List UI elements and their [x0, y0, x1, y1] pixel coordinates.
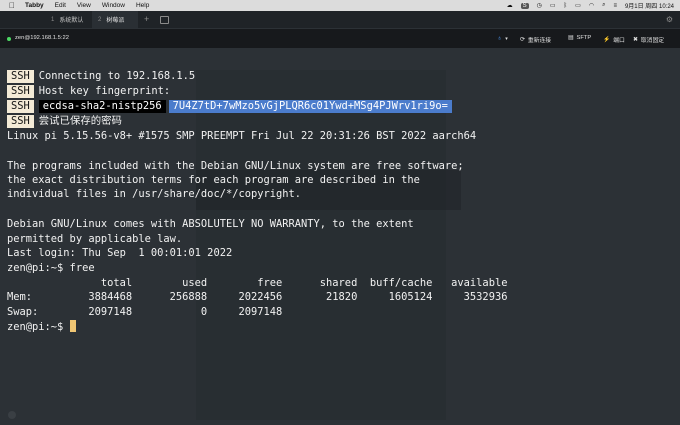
control-center-icon[interactable]: ≡ [613, 3, 617, 9]
tab-label: 树莓派 [106, 18, 125, 24]
ssh-badge: SSH [7, 70, 34, 83]
ssh-badge: SSH [7, 115, 34, 128]
background-window-shadow [196, 70, 446, 420]
menu-window[interactable]: Window [102, 2, 125, 9]
ssh-line-text: 尝试已保存的密码 [38, 115, 122, 127]
ssh-line-fingerprint-header: SSH Host key fingerprint: [7, 85, 170, 98]
ports-label: 端口 [613, 38, 625, 44]
ssh-line-fingerprint: SSH ecdsa-sha2-nistp256 7U4Z7tD+7wMzo5vGjP… [7, 100, 452, 113]
tab-bar: 1 系统默认 2 树莓派 + ⚙ [0, 11, 680, 28]
datetime[interactable]: 9月1日 周四 10:24 [625, 1, 674, 10]
host-label: zen@192.168.1.5:22 [15, 35, 69, 41]
terminal-line: Last login: Thu Sep 1 00:01:01 2022 [7, 247, 233, 259]
unpin-button[interactable]: ✖ 取消固定 [633, 35, 665, 45]
pin-icon: ✖ [633, 36, 638, 43]
free-swap-row: Swap: 2097148 0 2097148 [7, 306, 283, 318]
macos-menubar:  Tabby Edit View Window Help ☁ S ◷ ▭ ᛒ … [0, 0, 680, 11]
lightbulb-icon: ♁ [497, 35, 503, 42]
add-tab-icon[interactable]: + [144, 14, 149, 24]
ssh-badge: SSH [7, 85, 34, 98]
new-window-icon[interactable] [160, 16, 169, 24]
menu-app-tabby[interactable]: Tabby [25, 2, 44, 9]
terminal-line: The programs included with the Debian GN… [7, 160, 464, 172]
sftp-button[interactable]: ▤ SFTP [568, 35, 591, 41]
apple-icon[interactable]:  [9, 0, 15, 11]
terminal-line: the exact distribution terms for each pr… [7, 174, 420, 186]
ssh-badge: SSH [7, 100, 34, 113]
bulb-dropdown[interactable]: ♁ ▾ [497, 35, 508, 42]
reconnect-button[interactable]: ⟳ 重新连接 [520, 35, 552, 45]
sftp-label: SFTP [576, 35, 592, 41]
tab-number: 2 [98, 16, 102, 23]
battery-icon[interactable]: ▭ [575, 2, 581, 9]
s-app-icon[interactable]: S [520, 2, 529, 9]
menu-view[interactable]: View [77, 2, 91, 9]
reconnect-label: 重新连接 [527, 38, 552, 44]
screen:  Tabby Edit View Window Help ☁ S ◷ ▭ ᛒ … [0, 0, 680, 425]
connection-status-icon [7, 37, 11, 41]
fingerprint-value[interactable]: 7U4Z7tD+7wMzo5vGjPLQR6c01Ywd+MSg4PJWrv1r… [168, 100, 452, 113]
shell-prompt: zen@pi:~$ [7, 321, 70, 333]
ssh-line-text: Connecting to 192.168.1.5 [38, 70, 196, 82]
menubar-status-area: ☁ S ◷ ▭ ᛒ ▭ ◠ ⌕ ≡ 9月1日 周四 10:24 [507, 0, 674, 11]
menu-edit[interactable]: Edit [55, 2, 66, 9]
chevron-down-icon: ▾ [505, 35, 508, 42]
free-header-row: total used free shared buff/cache availa… [7, 277, 508, 289]
terminal-toolbar: zen@192.168.1.5:22 ♁ ▾ ⟳ 重新连接 ▤ SFTP ⚡ 端… [0, 29, 680, 48]
display-icon[interactable]: ▭ [550, 2, 556, 9]
terminal-line: zen@pi:~$ free [7, 262, 95, 274]
terminal-line: Linux pi 5.15.56-v8+ #1575 SMP PREEMPT F… [7, 130, 477, 142]
terminal-cursor [69, 320, 76, 332]
fingerprint-type: ecdsa-sha2-nistp256 [38, 100, 166, 113]
terminal-line: individual files in /usr/share/doc/*/cop… [7, 188, 302, 200]
free-mem-row: Mem: 3884468 256888 2022456 21820 160512… [7, 291, 508, 303]
plug-icon: ⚡ [603, 36, 611, 43]
tab-label: 系统默认 [59, 18, 84, 24]
terminal-line: permitted by applicable law. [7, 233, 183, 245]
ports-button[interactable]: ⚡ 端口 [603, 35, 625, 45]
sftp-icon: ▤ [568, 35, 574, 41]
clock-icon[interactable]: ◷ [537, 2, 542, 9]
menu-help[interactable]: Help [136, 2, 149, 9]
terminal-line: Debian GNU/Linux comes with ABSOLUTELY N… [7, 218, 414, 230]
reconnect-icon: ⟳ [520, 36, 525, 43]
ssh-line-text: Host key fingerprint: [38, 85, 171, 97]
prompt-line[interactable]: zen@pi:~$ [7, 320, 76, 333]
wifi-icon[interactable]: ◠ [589, 2, 594, 9]
unpin-label: 取消固定 [640, 38, 665, 44]
tab-system-default[interactable]: 1 系统默认 [45, 11, 91, 28]
cloud-icon[interactable]: ☁ [507, 2, 513, 9]
tab-number: 1 [51, 16, 55, 23]
bluetooth-icon[interactable]: ᛒ [564, 3, 568, 9]
ssh-line-saved-password: SSH 尝试已保存的密码 [7, 115, 122, 128]
search-icon[interactable]: ⌕ [602, 2, 605, 9]
gear-icon[interactable]: ⚙ [666, 15, 673, 24]
tab-raspberry-pi[interactable]: 2 树莓派 [92, 11, 138, 28]
ssh-line-connecting: SSH Connecting to 192.168.1.5 [7, 70, 195, 83]
scroll-indicator [8, 411, 16, 419]
